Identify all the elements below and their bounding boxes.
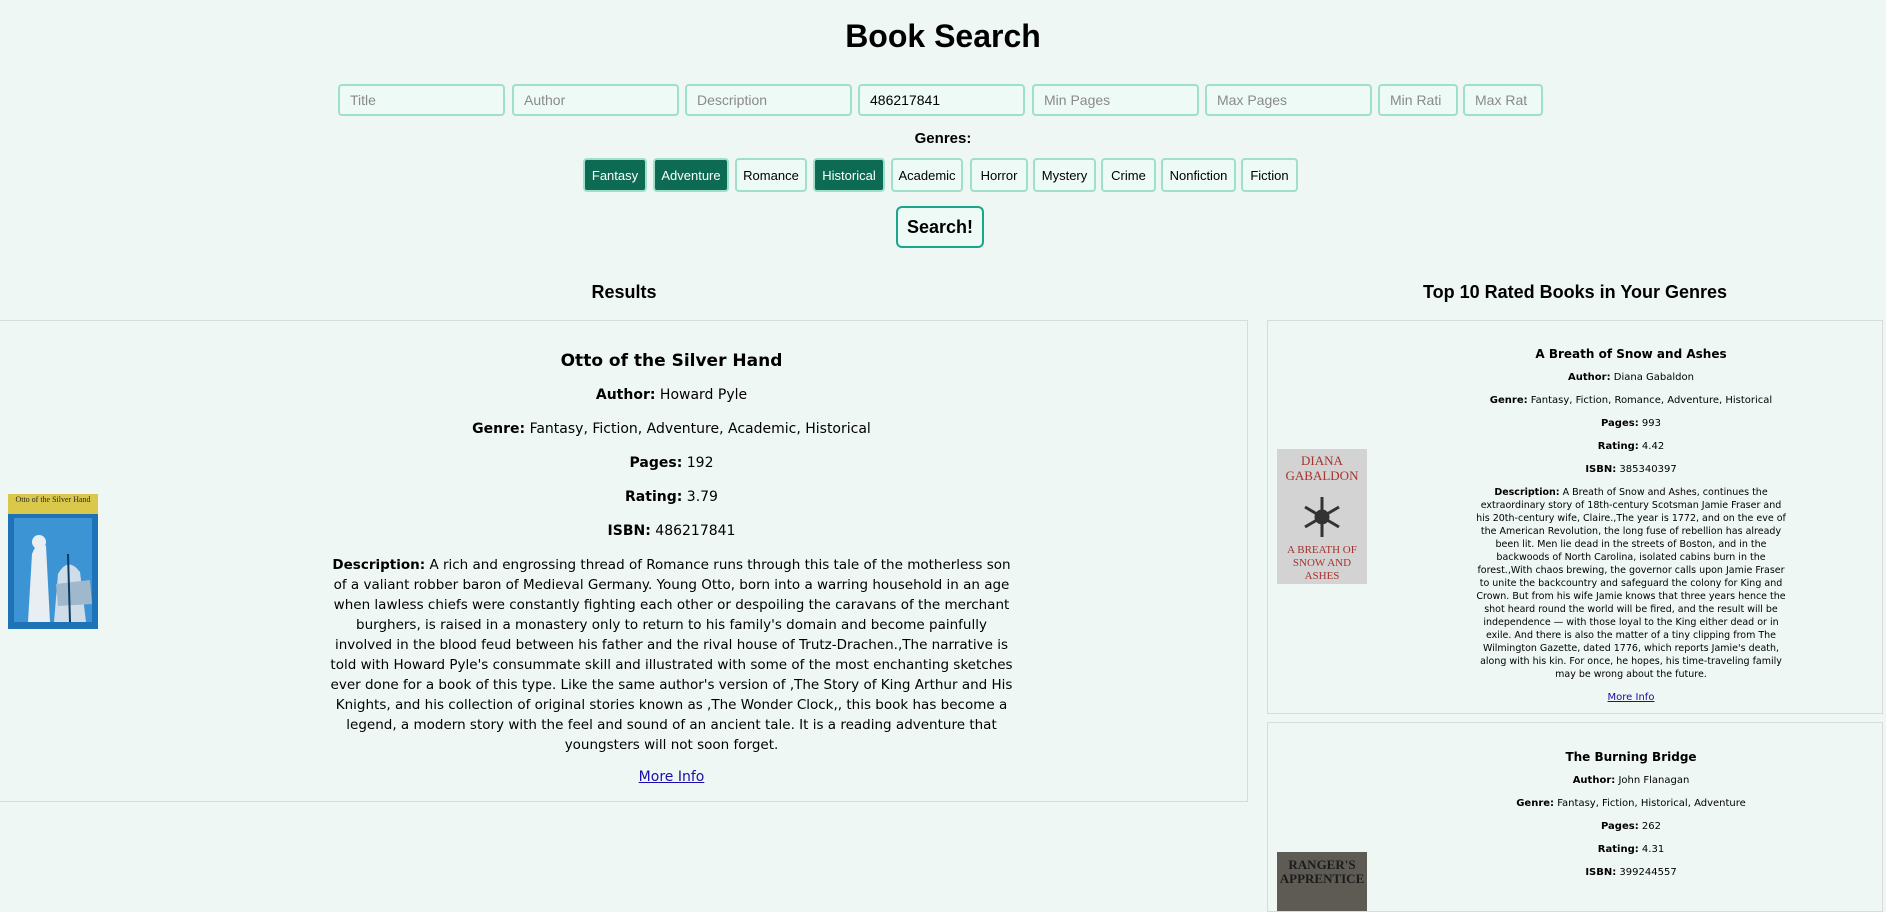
pages-label: Pages:: [1601, 821, 1639, 832]
book-genre-row: Genre: Fantasy, Fiction, Adventure, Acad…: [329, 419, 1014, 439]
rating-label: Rating:: [1597, 441, 1639, 452]
search-button[interactable]: Search!: [896, 206, 984, 248]
result-card: Otto of the Silver Hand Otto of the Silv…: [0, 320, 1248, 802]
top-book-cover-image: DIANA GABALDON A BREATH OF SNOW AND ASHE…: [1277, 449, 1367, 584]
genre-horror[interactable]: Horror: [970, 158, 1028, 192]
top-book-author-row: Author: John Flanagan: [1476, 774, 1786, 787]
cover-series-text: RANGER'S APPRENTICE: [1279, 857, 1365, 886]
top-book-genre: Fantasy, Fiction, Historical, Adventure: [1557, 798, 1746, 809]
page-title: Book Search: [845, 18, 1041, 54]
genre-crime[interactable]: Crime: [1101, 158, 1156, 192]
genres-label: Genres:: [914, 130, 972, 147]
top-book-pages-row: Pages: 262: [1476, 820, 1786, 833]
top-book-rating-row: Rating: 4.42: [1476, 440, 1786, 453]
top-book-description: A Breath of Snow and Ashes, continues th…: [1476, 487, 1786, 680]
top-book-genre-row: Genre: Fantasy, Fiction, Romance, Advent…: [1476, 394, 1786, 407]
top-book-info: The Burning Bridge Author: John Flanagan…: [1476, 751, 1786, 889]
genre-academic[interactable]: Academic: [891, 158, 963, 192]
isbn-input[interactable]: [858, 84, 1025, 116]
top-book-card: RANGER'S APPRENTICE The Burning Bridge A…: [1267, 722, 1883, 912]
top-book-author-row: Author: Diana Gabaldon: [1476, 371, 1786, 384]
description-label: Description:: [1494, 487, 1560, 498]
genre-adventure[interactable]: Adventure: [653, 158, 729, 192]
genre-fantasy[interactable]: Fantasy: [583, 158, 647, 192]
min-pages-input[interactable]: [1032, 84, 1199, 116]
results-heading: Results: [591, 282, 657, 302]
result-book-info: Otto of the Silver Hand Author: Howard P…: [329, 351, 1014, 787]
top-book-isbn-row: ISBN: 399244557: [1476, 866, 1786, 879]
top-book-isbn-row: ISBN: 385340397: [1476, 463, 1786, 476]
more-info-link[interactable]: More Info: [1608, 692, 1655, 703]
author-input[interactable]: [512, 84, 679, 116]
top-book-isbn: 399244557: [1619, 867, 1677, 878]
book-author: Howard Pyle: [659, 387, 748, 403]
genre-label: Genre:: [1489, 395, 1528, 406]
book-genre: Fantasy, Fiction, Adventure, Academic, H…: [529, 421, 871, 437]
top-book-rating: 4.42: [1641, 441, 1665, 452]
top-book-title: A Breath of Snow and Ashes: [1535, 347, 1727, 361]
title-input[interactable]: [338, 84, 505, 116]
book-pages-row: Pages: 192: [329, 453, 1014, 473]
book-isbn-row: ISBN: 486217841: [329, 521, 1014, 541]
book-cover-image: Otto of the Silver Hand: [8, 494, 98, 629]
top-book-rating: 4.31: [1641, 844, 1665, 855]
top-book-genre-row: Genre: Fantasy, Fiction, Historical, Adv…: [1476, 797, 1786, 810]
top-book-isbn: 385340397: [1619, 464, 1677, 475]
genre-historical[interactable]: Historical: [813, 158, 885, 192]
rating-label: Rating:: [1597, 844, 1639, 855]
top-book-author: Diana Gabaldon: [1613, 372, 1694, 383]
cover-title-text: A BREATH OF SNOW AND ASHES: [1287, 544, 1357, 582]
genre-fiction[interactable]: Fiction: [1241, 158, 1298, 192]
genre-label: Genre:: [472, 421, 526, 437]
top-book-description-row: Description: A Breath of Snow and Ashes,…: [1476, 486, 1786, 681]
author-label: Author:: [595, 387, 656, 403]
genre-nonfiction[interactable]: Nonfiction: [1161, 158, 1236, 192]
top-book-pages-row: Pages: 993: [1476, 417, 1786, 430]
author-label: Author:: [1572, 775, 1616, 786]
top-book-rating-row: Rating: 4.31: [1476, 843, 1786, 856]
book-description: A rich and engrossing thread of Romance …: [330, 557, 1013, 753]
genre-romance[interactable]: Romance: [735, 158, 807, 192]
top-book-genre: Fantasy, Fiction, Romance, Adventure, Hi…: [1530, 395, 1773, 406]
pages-label: Pages:: [629, 455, 683, 471]
top-book-cover-image: RANGER'S APPRENTICE: [1277, 852, 1367, 911]
top-book-pages: 262: [1641, 821, 1661, 832]
description-label: Description:: [332, 557, 426, 573]
top-book-info: A Breath of Snow and Ashes Author: Diana…: [1476, 348, 1786, 704]
top-book-author: John Flanagan: [1618, 775, 1690, 786]
book-rating: 3.79: [686, 489, 718, 505]
max-pages-input[interactable]: [1205, 84, 1372, 116]
more-info-link[interactable]: More Info: [639, 769, 705, 785]
top-book-title: The Burning Bridge: [1565, 750, 1697, 764]
author-label: Author:: [1568, 372, 1611, 383]
max-rating-input[interactable]: [1463, 84, 1543, 116]
isbn-label: ISBN:: [1585, 464, 1617, 475]
pages-label: Pages:: [1601, 418, 1639, 429]
top-book-pages: 993: [1641, 418, 1661, 429]
book-pages: 192: [686, 455, 714, 471]
book-title: Otto of the Silver Hand: [560, 351, 783, 371]
top-rated-heading: Top 10 Rated Books in Your Genres: [1422, 282, 1728, 302]
description-input[interactable]: [685, 84, 852, 116]
isbn-label: ISBN:: [1585, 867, 1617, 878]
genre-label: Genre:: [1516, 798, 1555, 809]
book-description-row: Description: A rich and engrossing threa…: [329, 555, 1014, 755]
genre-mystery[interactable]: Mystery: [1033, 158, 1096, 192]
cover-illustration: [8, 494, 98, 629]
cover-title-text: Otto of the Silver Hand: [15, 495, 91, 504]
book-author-row: Author: Howard Pyle: [329, 385, 1014, 405]
top-book-card: DIANA GABALDON A BREATH OF SNOW AND ASHE…: [1267, 320, 1883, 714]
min-rating-input[interactable]: [1378, 84, 1458, 116]
book-isbn: 486217841: [655, 523, 736, 539]
rating-label: Rating:: [625, 489, 683, 505]
isbn-label: ISBN:: [607, 523, 651, 539]
book-rating-row: Rating: 3.79: [329, 487, 1014, 507]
